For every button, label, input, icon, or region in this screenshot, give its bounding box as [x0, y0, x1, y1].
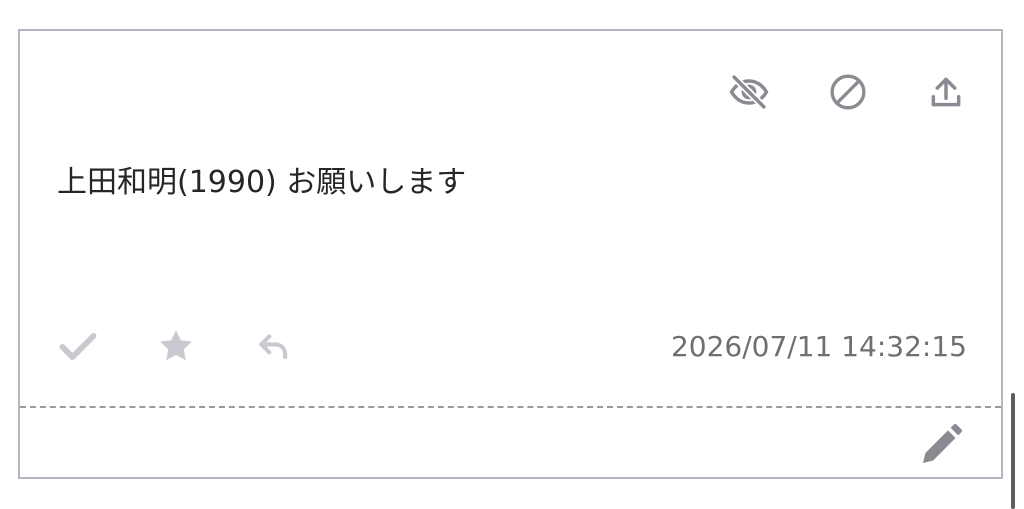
reply-icon	[259, 334, 288, 360]
block-icon	[830, 74, 866, 110]
upload-icon	[931, 77, 961, 107]
dashed-divider	[20, 406, 1001, 408]
eye-off-icon	[729, 73, 769, 111]
favorite-button[interactable]	[154, 324, 198, 368]
message-timestamp: 2026/07/11 14:32:15	[670, 330, 967, 363]
edit-button[interactable]	[915, 419, 967, 471]
upload-button[interactable]	[924, 70, 968, 114]
star-icon	[160, 330, 192, 361]
reply-button[interactable]	[252, 324, 296, 368]
block-button[interactable]	[826, 70, 870, 114]
message-text: 上田和明(1990) お願いします	[57, 165, 467, 200]
approve-button[interactable]	[56, 324, 100, 368]
check-icon	[59, 332, 97, 360]
pencil-icon	[923, 424, 962, 463]
scrollbar[interactable]	[1011, 393, 1015, 509]
top-actions	[0, 70, 1024, 114]
hide-button[interactable]	[727, 70, 771, 114]
page: 上田和明(1990) お願いします 2026/07/11 14:32:15	[0, 0, 1024, 509]
